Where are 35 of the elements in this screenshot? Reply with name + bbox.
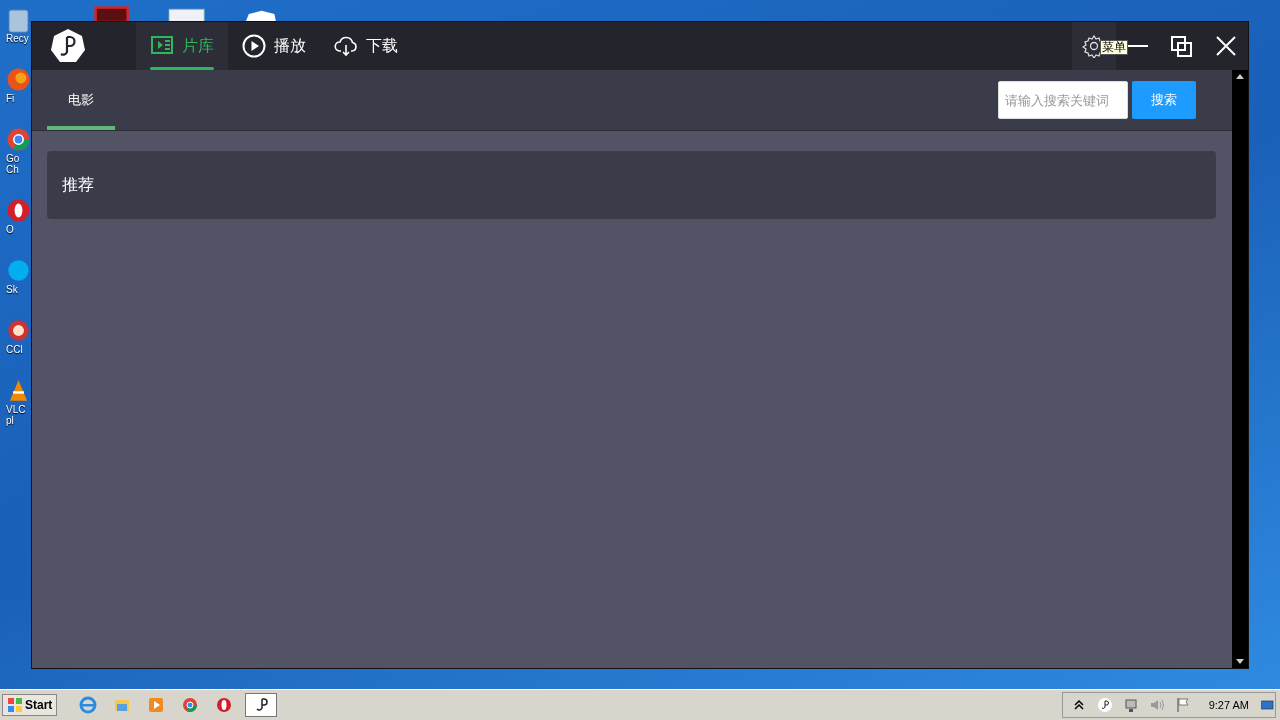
minimize-icon: [1126, 45, 1150, 47]
desktop-icon-label: Go: [6, 153, 20, 164]
desktop-icon-label: Sk: [6, 284, 18, 295]
desktop-icon-label: pl: [6, 415, 14, 426]
desktop-shortcut-icon[interactable]: [6, 197, 31, 224]
flag-icon[interactable]: [1174, 697, 1191, 713]
desktop-shortcut-icon[interactable]: [6, 317, 31, 344]
clock[interactable]: 9:27 AM: [1208, 699, 1249, 711]
network-icon[interactable]: [1122, 697, 1139, 713]
desktop-icon-label: Recy: [6, 33, 29, 44]
desktop-icon-label: O: [6, 224, 14, 235]
app-tray-icon[interactable]: [1096, 697, 1113, 713]
start-button[interactable]: Start: [2, 694, 58, 716]
taskbar-app-button[interactable]: [245, 693, 278, 717]
windows-logo-icon: [7, 697, 23, 713]
desktop-icon-label: VLC: [6, 404, 26, 415]
nav-tab[interactable]: 播放: [228, 22, 320, 70]
scrollbar[interactable]: [1232, 70, 1248, 668]
desktop-icon-label: CCl: [6, 344, 23, 355]
search-field[interactable]: 请输入搜索关键词: [998, 81, 1128, 119]
app-icon: [78, 695, 99, 715]
desktop-shortcut-icon[interactable]: [6, 126, 31, 153]
cloud-download-icon: [334, 34, 358, 58]
show-desktop-icon[interactable]: [1259, 697, 1275, 713]
tooltip: 菜单: [1100, 40, 1128, 55]
play-icon: [242, 34, 266, 58]
nav-tab[interactable]: 片库: [136, 22, 228, 70]
desktop-icon-label: Ch: [6, 164, 19, 175]
section-title: 推荐: [62, 174, 94, 196]
logo-icon: [50, 28, 86, 64]
close-icon: [1214, 34, 1238, 58]
desktop-icon-label: Fi: [6, 93, 15, 104]
restore-icon: [1170, 34, 1194, 58]
category-tab[interactable]: 电影: [47, 70, 115, 130]
nav-tab[interactable]: 下载: [320, 22, 412, 70]
